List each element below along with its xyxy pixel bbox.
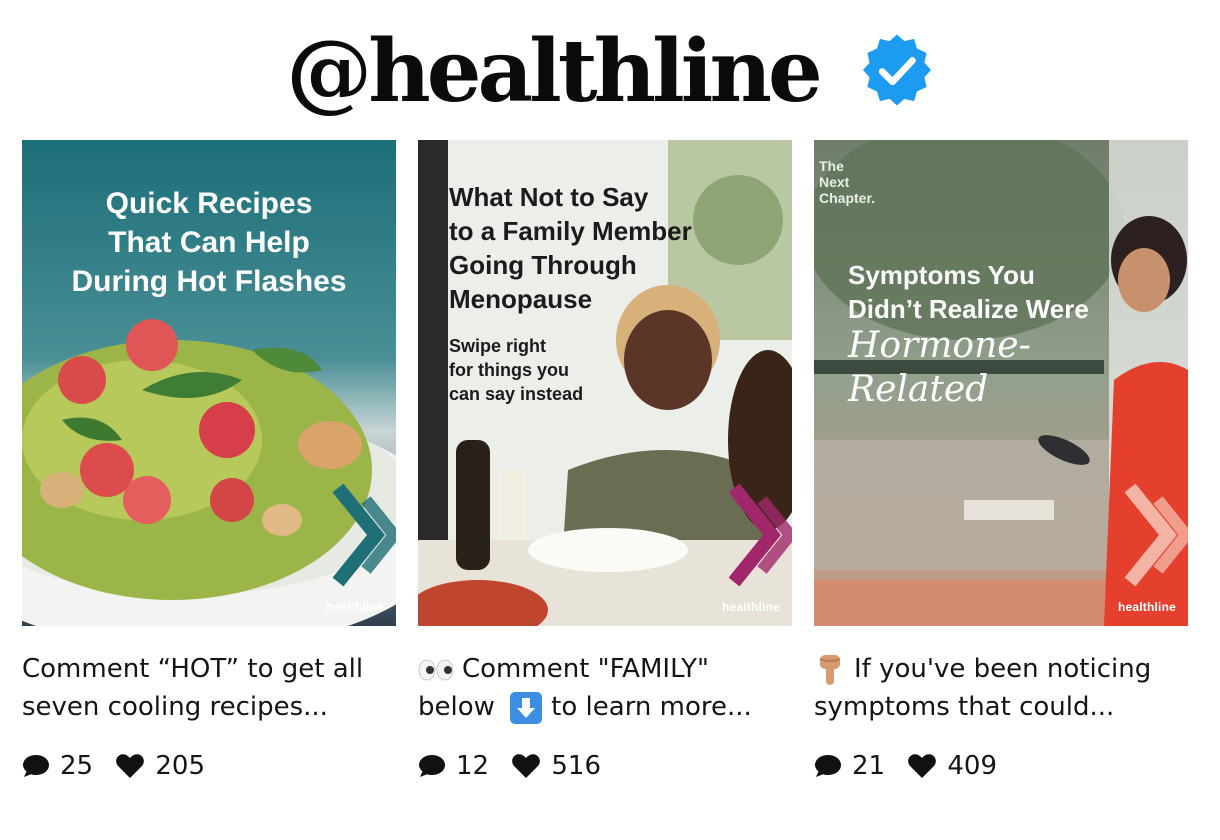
post-3-title-line: Symptoms You bbox=[848, 260, 1035, 290]
down-arrow-icon bbox=[510, 691, 543, 724]
eyes-icon bbox=[418, 659, 454, 680]
heart-icon bbox=[908, 754, 937, 778]
post-1-title-line: During Hot Flashes bbox=[71, 265, 347, 298]
heart-icon bbox=[116, 754, 145, 778]
chevron-right-icon bbox=[728, 483, 792, 587]
post-card-3[interactable]: The Next Chapter. Symptoms You Didn’t Re… bbox=[814, 140, 1188, 784]
comment-icon bbox=[23, 755, 49, 777]
post-thumbnail-2[interactable]: What Not to Say to a Family Member Going… bbox=[418, 140, 792, 626]
post-caption: Comment “HOT” to get all seven cooling r… bbox=[22, 650, 396, 726]
profile-handle[interactable]: @healthline bbox=[286, 22, 822, 122]
chevron-right-icon bbox=[332, 483, 396, 587]
comment-count[interactable]: 25 bbox=[22, 748, 93, 784]
post-2-subtitle-line: for things you bbox=[449, 360, 569, 380]
post-stats: 25 205 bbox=[22, 748, 396, 784]
corner-text-line: The bbox=[819, 158, 844, 174]
heart-icon bbox=[512, 754, 541, 778]
like-count[interactable]: 409 bbox=[907, 748, 997, 784]
caption-line: Comment "FAMILY" bbox=[462, 654, 709, 684]
like-count-value: 516 bbox=[551, 751, 601, 781]
post-2-title-line: Menopause bbox=[449, 284, 593, 314]
corner-text-line: Chapter. bbox=[819, 190, 876, 206]
comment-count-value: 25 bbox=[60, 751, 94, 781]
caption-line: Comment “HOT” to get all bbox=[22, 654, 364, 684]
chevron-right-icon bbox=[1124, 483, 1188, 587]
post-3-script-line: Related bbox=[848, 369, 989, 410]
brand-logo: healthline bbox=[1117, 600, 1176, 614]
caption-line: to learn more... bbox=[551, 692, 752, 722]
like-count[interactable]: 205 bbox=[115, 748, 205, 784]
comment-icon bbox=[815, 755, 841, 777]
brand-logo: healthline bbox=[325, 600, 384, 614]
post-stats: 21 409 bbox=[814, 748, 1188, 784]
profile-header: @healthline bbox=[0, 22, 1220, 132]
caption-line: seven cooling recipes... bbox=[22, 692, 328, 722]
comment-count[interactable]: 21 bbox=[814, 748, 885, 784]
like-count-value: 409 bbox=[947, 751, 997, 781]
post-caption: Comment "FAMILY" below to learn more... bbox=[418, 650, 792, 726]
post-2-title-line: What Not to Say bbox=[449, 182, 649, 212]
post-3-title-line: Didn’t Realize Were bbox=[848, 294, 1089, 324]
post-card-1[interactable]: Quick Recipes That Can Help During Hot F… bbox=[22, 140, 396, 784]
post-1-title-line: Quick Recipes bbox=[105, 187, 313, 220]
like-count[interactable]: 516 bbox=[511, 748, 601, 784]
corner-text-line: Next bbox=[819, 174, 850, 190]
post-2-subtitle-line: Swipe right bbox=[449, 336, 547, 356]
comment-count[interactable]: 12 bbox=[418, 748, 489, 784]
post-2-subtitle-line: can say instead bbox=[449, 384, 584, 404]
post-caption: If you've been noticing symptoms that co… bbox=[814, 650, 1188, 726]
brand-logo: healthline bbox=[721, 600, 780, 614]
post-thumbnail-3[interactable]: The Next Chapter. Symptoms You Didn’t Re… bbox=[814, 140, 1188, 626]
caption-line: If you've been noticing bbox=[854, 654, 1152, 684]
comment-count-value: 21 bbox=[852, 751, 886, 781]
comment-count-value: 12 bbox=[456, 751, 490, 781]
post-2-title-line: Going Through bbox=[449, 250, 637, 280]
post-thumbnail-1[interactable]: Quick Recipes That Can Help During Hot F… bbox=[22, 140, 396, 626]
caption-line: symptoms that could... bbox=[814, 692, 1115, 722]
post-2-title-line: to a Family Member bbox=[449, 216, 692, 246]
post-stats: 12 516 bbox=[418, 748, 792, 784]
post-1-title-line: That Can Help bbox=[108, 226, 310, 259]
pointing-down-icon bbox=[819, 654, 841, 685]
caption-line: below bbox=[418, 692, 495, 722]
comment-icon bbox=[419, 755, 445, 777]
like-count-value: 205 bbox=[155, 751, 205, 781]
verified-badge-icon bbox=[862, 34, 931, 106]
post-3-script-line: Hormone- bbox=[848, 325, 1031, 366]
post-card-2[interactable]: What Not to Say to a Family Member Going… bbox=[418, 140, 792, 784]
